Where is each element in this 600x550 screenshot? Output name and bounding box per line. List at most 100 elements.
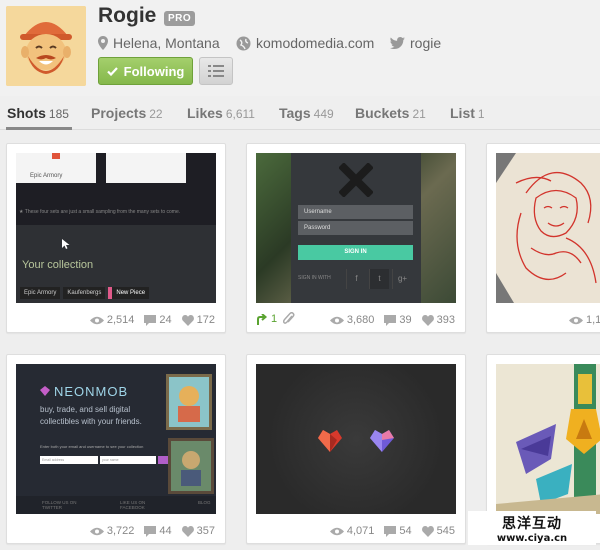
tab-label: List: [450, 105, 475, 121]
shot-stats: 3,680 39 393: [329, 314, 455, 326]
shot-stats: 3,722 44 357: [89, 525, 215, 537]
thumb-brand: NEONMOB: [54, 384, 129, 399]
shot-stats: 4,071 54 545: [329, 525, 455, 537]
comment-icon: [144, 314, 157, 326]
following-label: Following: [123, 63, 185, 79]
active-tab-indicator: [6, 127, 72, 130]
tab-count: 22: [149, 107, 163, 121]
tab-label: Likes: [187, 105, 223, 121]
tab-count: 185: [48, 107, 69, 121]
thumb-input: Email address: [40, 456, 98, 464]
shot-thumbnail[interactable]: [256, 364, 456, 514]
comments-stat[interactable]: 54: [384, 525, 412, 537]
shot-card: Username Password SIGN IN SIGN IN WITH f…: [246, 143, 466, 333]
watermark-text: 思洋互动: [502, 515, 562, 532]
comments-stat[interactable]: 44: [144, 525, 172, 537]
tab-buckets[interactable]: Buckets 21: [355, 105, 426, 121]
profile-header: Rogie PRO Helena, Montana komodomedia.co…: [0, 0, 600, 96]
thumb-field: Username: [298, 205, 413, 219]
thumb-chip: New Piece: [108, 287, 150, 299]
profile-tabs: Shots 185 Projects 22 Likes 6,611 Tags 449 B…: [0, 96, 600, 130]
eye-icon: [89, 316, 104, 324]
eye-icon: [89, 527, 104, 535]
comment-icon: [144, 525, 157, 537]
rebound-stats[interactable]: 1: [256, 312, 295, 326]
tab-label: Shots: [7, 105, 46, 121]
thumb-paper-card: Epic Armory: [16, 153, 96, 183]
shot-thumbnail[interactable]: NEONMOB buy, trade, and sell digital col…: [16, 364, 216, 514]
tab-tags[interactable]: Tags 449: [279, 105, 334, 121]
shot-card: Epic Armory ★ These four sets are just a…: [6, 143, 226, 333]
tab-count: 1: [477, 107, 485, 121]
heart-icon: [421, 314, 434, 326]
comment-icon: [384, 314, 397, 326]
thumb-field: Password: [298, 221, 413, 235]
eye-icon: [329, 316, 344, 324]
thumb-social: f: [346, 269, 366, 289]
profile-website[interactable]: komodomedia.com: [236, 35, 374, 51]
tab-label: Buckets: [355, 105, 410, 121]
shot-thumbnail[interactable]: [496, 153, 600, 303]
rebound-arrow-icon: [257, 313, 268, 325]
paperclip-icon[interactable]: [283, 312, 295, 326]
pro-badge: PRO: [164, 11, 196, 26]
thumb-text: Epic Armory: [30, 173, 63, 179]
likes-stat[interactable]: 357: [181, 525, 215, 537]
thumb-social: g+: [392, 269, 412, 289]
shot-thumbnail[interactable]: [496, 364, 600, 514]
tab-projects[interactable]: Projects 22: [91, 105, 163, 121]
tab-label: Projects: [91, 105, 147, 121]
tab-count: 6,611: [225, 107, 255, 121]
tab-list[interactable]: List 1: [450, 105, 485, 121]
thumb-footer: FOLLOW US ON TWITTER LIKE US ON FACEBOOK…: [16, 496, 216, 514]
avatar[interactable]: [6, 6, 86, 86]
likes-stat[interactable]: 172: [181, 314, 215, 326]
rebound-stat[interactable]: 1: [256, 313, 277, 325]
heart-gems-illustration: [318, 430, 394, 452]
location-text: Helena, Montana: [113, 35, 220, 51]
likes-stat[interactable]: 393: [421, 314, 455, 326]
following-button[interactable]: Following: [98, 57, 193, 85]
cursor-icon: [62, 239, 70, 249]
thumb-paper-card: [106, 153, 186, 183]
comments-stat[interactable]: 24: [144, 314, 172, 326]
heart-icon: [181, 314, 194, 326]
shot-stats: 1,1: [569, 314, 600, 326]
thumb-social: t: [369, 269, 389, 289]
tab-count: 21: [412, 107, 426, 121]
card-art-illustration: [166, 374, 214, 494]
watermark-url: www.ciya.cn: [496, 532, 568, 544]
location-pin-icon: [98, 36, 108, 50]
profile-name: Rogie: [98, 4, 157, 27]
profile-location: Helena, Montana: [98, 35, 220, 51]
views-stat: 1,1: [569, 314, 600, 326]
site-watermark: 思洋互动 www.ciya.cn: [468, 511, 596, 545]
thumb-text: ★ These four sets are just a small sampl…: [19, 209, 181, 215]
check-icon: [106, 66, 118, 76]
website-link[interactable]: komodomedia.com: [256, 35, 374, 51]
thumb-login-panel: Username Password SIGN IN SIGN IN WITH f…: [291, 153, 421, 303]
views-stat: 3,680: [329, 314, 374, 326]
shot-card: 1,1: [486, 143, 600, 333]
heart-icon: [421, 525, 434, 537]
thumb-text: SIGN IN WITH: [298, 275, 331, 281]
twitter-handle[interactable]: rogie: [410, 35, 441, 51]
likes-stat[interactable]: 545: [421, 525, 455, 537]
thumb-text: buy, trade, and sell digital collectible…: [40, 405, 142, 426]
shot-thumbnail[interactable]: Epic Armory ★ These four sets are just a…: [16, 153, 216, 303]
tab-likes[interactable]: Likes 6,611: [187, 105, 255, 121]
comment-icon: [384, 525, 397, 537]
thumb-text: Your collection: [22, 259, 94, 271]
twitter-bird-icon: [390, 37, 405, 49]
thumb-chip: Epic Armory: [20, 287, 61, 299]
views-stat: 3,722: [89, 525, 134, 537]
globe-icon: [236, 36, 251, 50]
add-to-list-button[interactable]: [199, 57, 233, 85]
heart-icon: [181, 525, 194, 537]
shot-thumbnail[interactable]: Username Password SIGN IN SIGN IN WITH f…: [256, 153, 456, 303]
tab-shots[interactable]: Shots 185: [7, 105, 69, 121]
comments-stat[interactable]: 39: [384, 314, 412, 326]
thumb-text: Enter both your email and username to se…: [40, 444, 144, 449]
shot-card: NEONMOB buy, trade, and sell digital col…: [6, 354, 226, 544]
profile-twitter[interactable]: rogie: [390, 35, 441, 51]
